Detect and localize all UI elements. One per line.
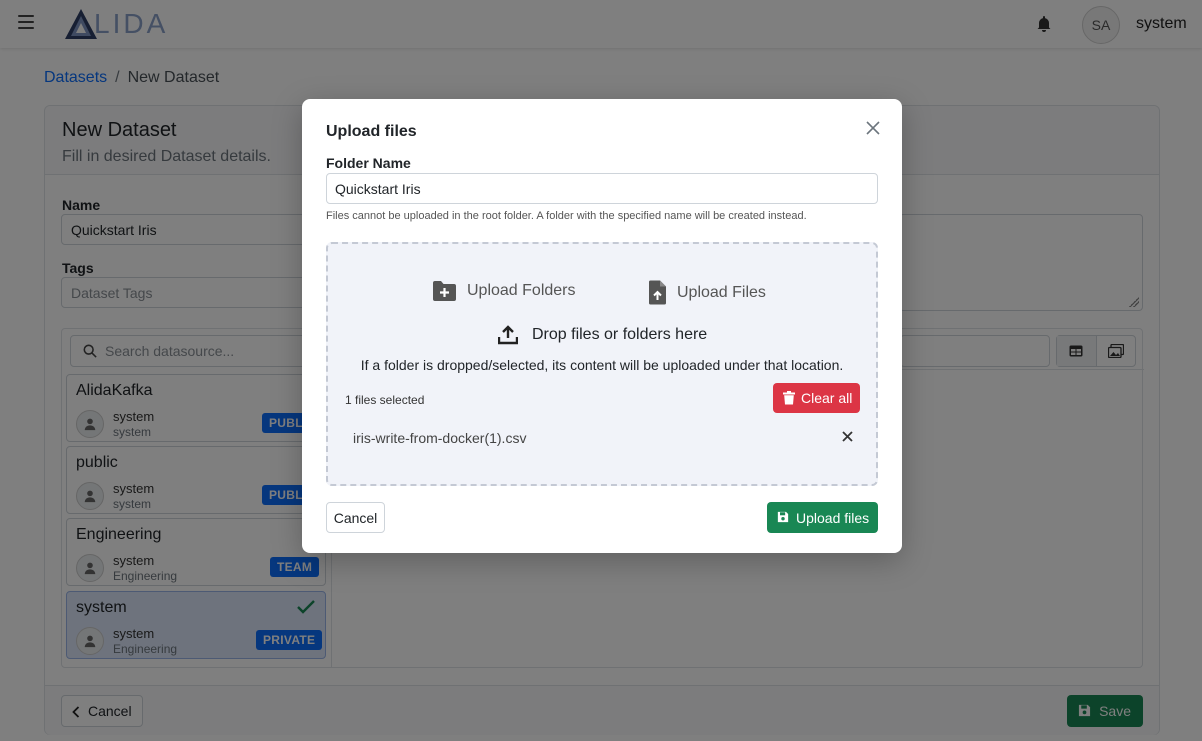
save-icon <box>777 511 789 523</box>
upload-files-link[interactable]: Upload Files <box>648 280 766 305</box>
folder-name-label: Folder Name <box>326 155 411 171</box>
upload-icon <box>498 325 518 345</box>
trash-icon <box>783 391 795 405</box>
folder-name-input[interactable]: Quickstart Iris <box>326 173 878 204</box>
file-upload-icon <box>649 280 666 305</box>
upload-files-button[interactable]: Upload files <box>767 502 878 533</box>
close-icon[interactable] <box>864 119 882 137</box>
selected-file-name: iris-write-from-docker(1).csv <box>353 430 527 446</box>
upload-folders-label: Upload Folders <box>467 282 576 299</box>
drop-hint: Drop files or folders here <box>498 325 707 345</box>
upload-files-label: Upload Files <box>677 283 766 301</box>
upload-files-modal: Upload files Folder Name Quickstart Iris… <box>302 99 902 553</box>
modal-cancel-button[interactable]: Cancel <box>326 502 385 533</box>
drop-note: If a folder is dropped/selected, its con… <box>360 357 844 373</box>
upload-folders-button[interactable]: Upload Folders <box>432 280 576 302</box>
files-selected-count: 1 files selected <box>345 393 425 407</box>
clear-all-button[interactable]: Clear all <box>773 383 860 413</box>
clear-all-label: Clear all <box>801 390 853 406</box>
drop-hint-label: Drop files or folders here <box>532 326 708 343</box>
folder-plus-icon <box>433 281 456 301</box>
file-dropzone[interactable]: Upload Folders Upload Files Drop files o… <box>326 242 878 486</box>
modal-title: Upload files <box>326 123 417 140</box>
remove-file-icon[interactable] <box>842 431 853 442</box>
upload-files-button-label: Upload files <box>796 509 870 526</box>
folder-help-text: Files cannot be uploaded in the root fol… <box>326 210 807 222</box>
